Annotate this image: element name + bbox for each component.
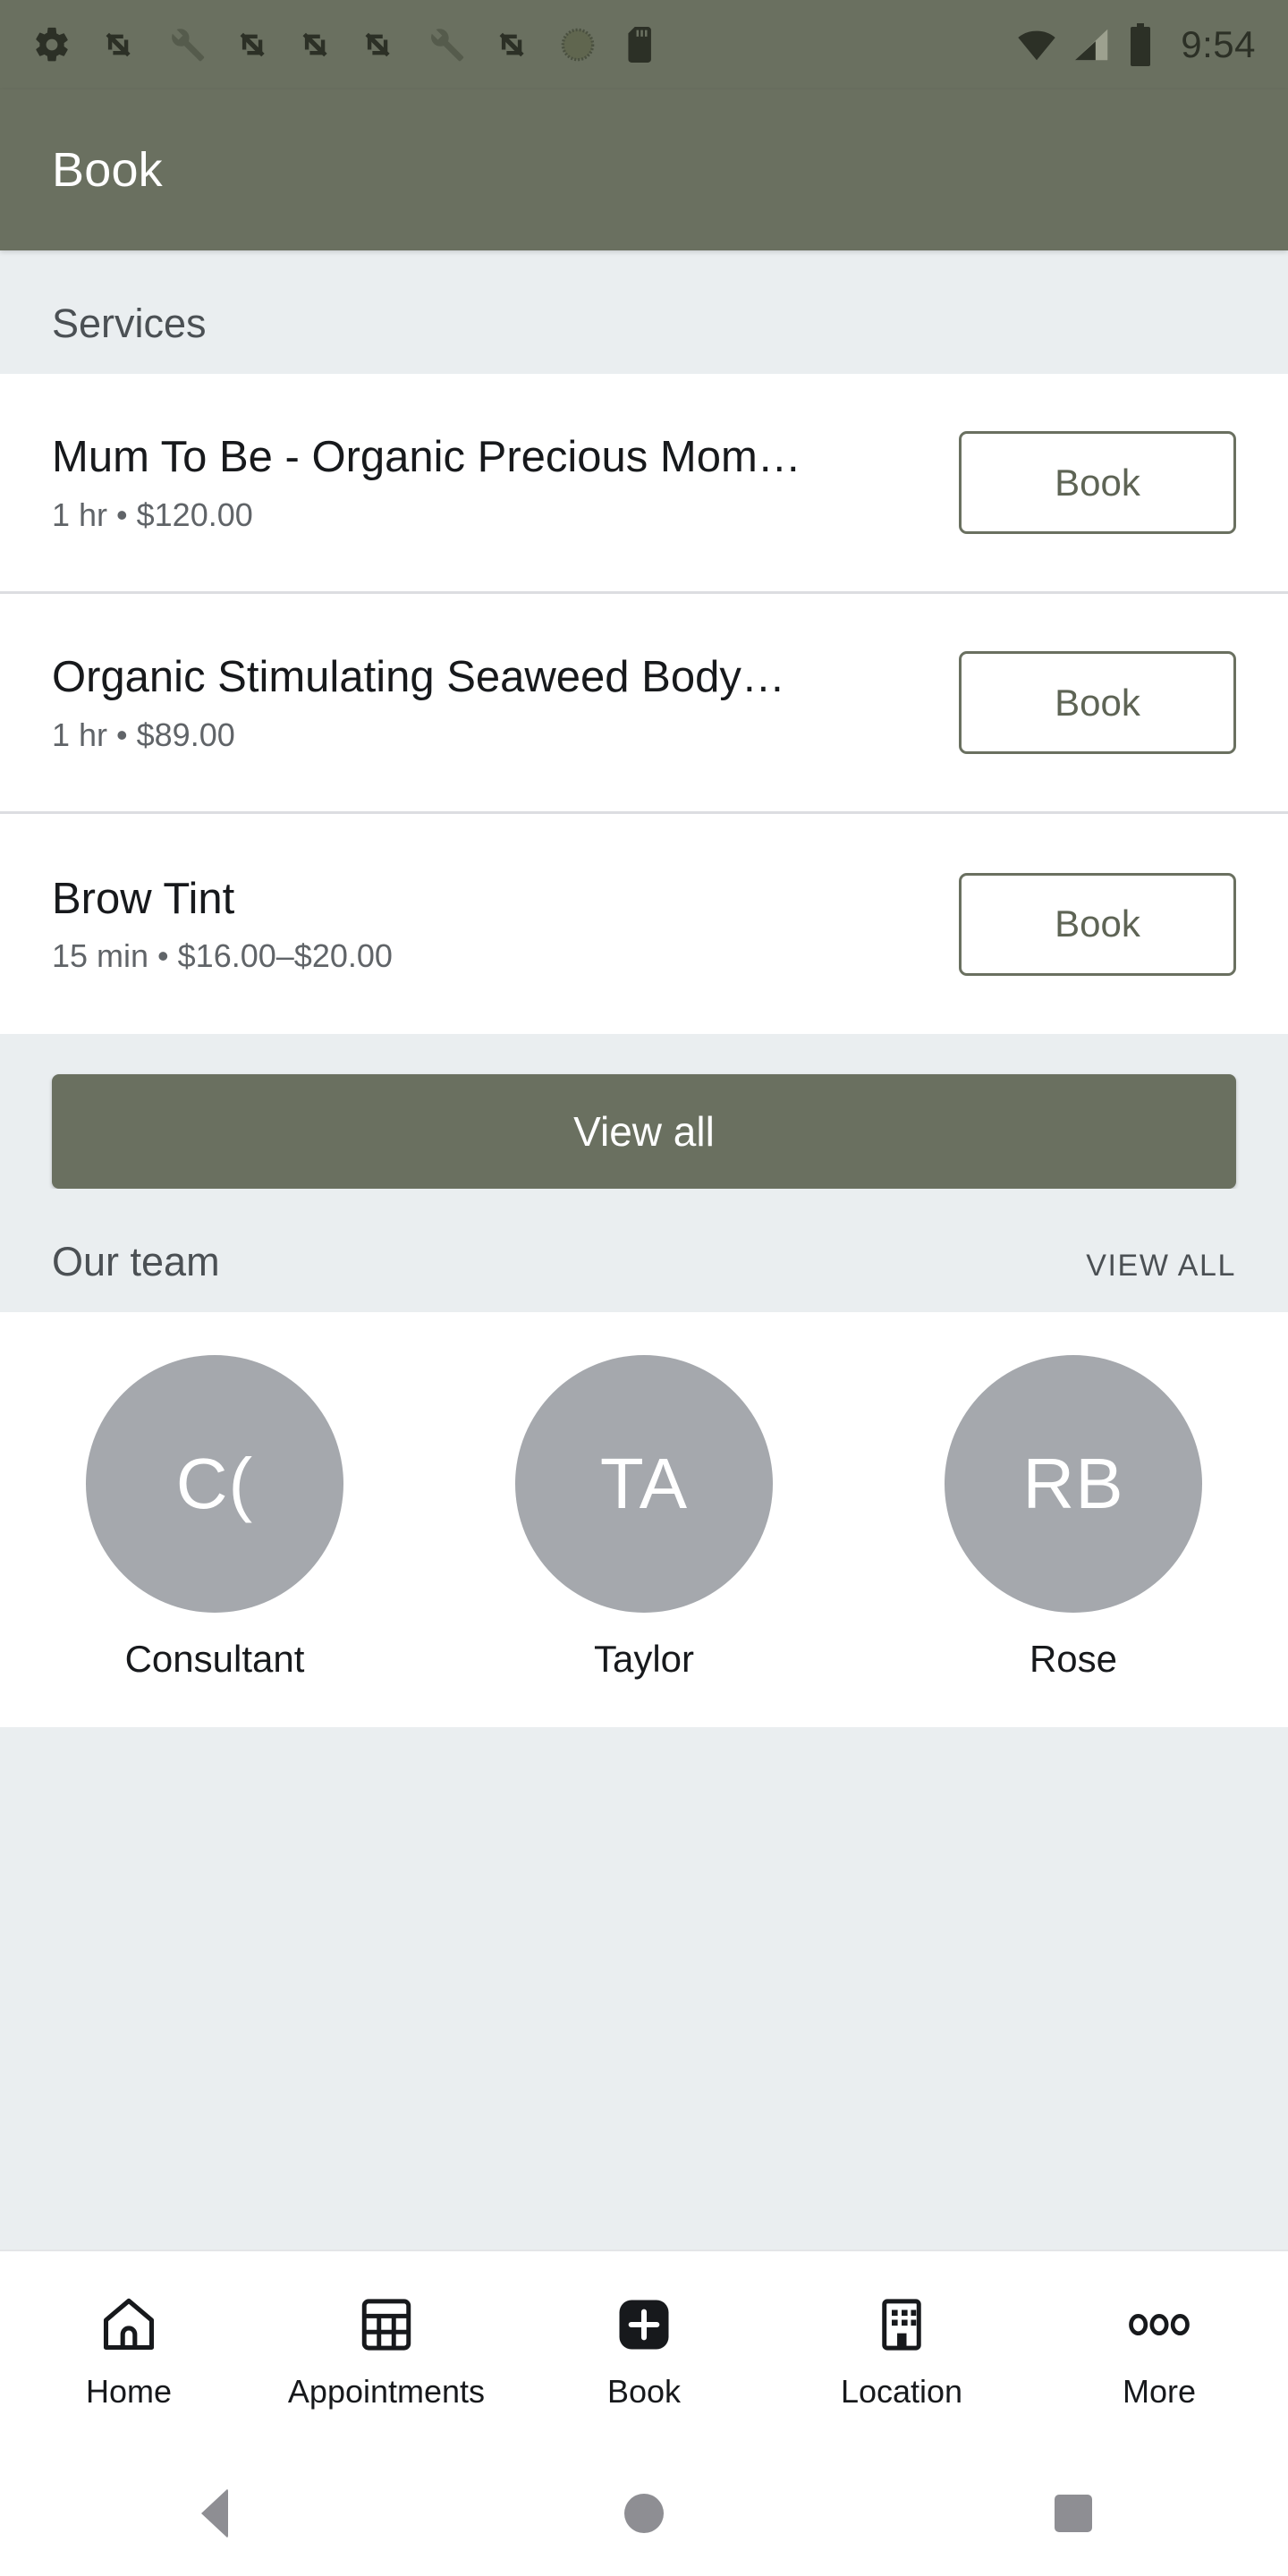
scroll-content: Services Mum To Be - Organic Precious Mo… bbox=[0, 250, 1288, 2250]
view-all-services-wrap: View all bbox=[0, 1034, 1288, 1189]
sync-arrows-icon bbox=[302, 32, 327, 57]
service-row[interactable]: Brow Tint 15 min • $16.00–$20.00 Book bbox=[0, 814, 1288, 1034]
sync-arrows-icon bbox=[499, 32, 524, 57]
sync-arrows-icon bbox=[106, 32, 131, 57]
service-meta: 15 min • $16.00–$20.00 bbox=[52, 937, 393, 975]
service-row[interactable]: Mum To Be - Organic Precious Mom… 1 hr •… bbox=[0, 374, 1288, 594]
book-button[interactable]: Book bbox=[959, 431, 1236, 534]
team-section-header: Our team VIEW ALL bbox=[0, 1189, 1288, 1312]
service-info: Mum To Be - Organic Precious Mom… 1 hr •… bbox=[52, 431, 959, 534]
sd-card-icon bbox=[628, 27, 651, 63]
nav-item-location[interactable]: Location bbox=[773, 2292, 1030, 2411]
building-icon bbox=[872, 2292, 931, 2357]
services-title: Services bbox=[52, 301, 207, 346]
nav-label-book: Book bbox=[606, 2372, 682, 2410]
book-button[interactable]: Book bbox=[959, 872, 1236, 976]
status-bar: 9:54 bbox=[0, 0, 1288, 89]
cellular-signal-icon bbox=[1075, 29, 1108, 61]
service-info: Brow Tint 15 min • $16.00–$20.00 bbox=[52, 873, 959, 976]
app-bar: Book bbox=[0, 89, 1288, 250]
circle-dotted-icon bbox=[561, 28, 595, 62]
wifi-icon bbox=[1018, 30, 1055, 61]
sync-arrows-icon bbox=[240, 32, 265, 57]
status-bar-clock: 9:54 bbox=[1181, 23, 1256, 65]
page-title: Book bbox=[52, 143, 163, 197]
bottom-navigation: Home Appointments Book Location More bbox=[0, 2250, 1288, 2451]
wrench-icon bbox=[172, 29, 205, 62]
service-name: Organic Stimulating Seaweed Body… bbox=[52, 653, 785, 702]
back-triangle-icon[interactable] bbox=[161, 2488, 268, 2538]
three-dots-icon bbox=[1128, 2292, 1191, 2357]
nav-item-more[interactable]: More bbox=[1030, 2292, 1288, 2411]
team-member-name: Taylor bbox=[593, 1638, 695, 1680]
service-name: Mum To Be - Organic Precious Mom… bbox=[52, 433, 801, 482]
nav-label-location: Location bbox=[840, 2372, 963, 2410]
nav-item-home[interactable]: Home bbox=[0, 2292, 258, 2411]
recents-square-icon[interactable] bbox=[1020, 2495, 1127, 2532]
services-section-header: Services bbox=[0, 250, 1288, 374]
book-button[interactable]: Book bbox=[959, 651, 1236, 754]
calendar-grid-icon bbox=[357, 2292, 416, 2357]
gear-icon bbox=[36, 27, 68, 62]
service-meta: 1 hr • $89.00 bbox=[52, 716, 235, 753]
team-title: Our team bbox=[52, 1239, 220, 1284]
team-view-all-link[interactable]: VIEW ALL bbox=[1086, 1249, 1236, 1284]
view-all-services-button[interactable]: View all bbox=[52, 1074, 1236, 1189]
status-bar-right-icons: 9:54 bbox=[1016, 23, 1256, 66]
avatar: RB bbox=[945, 1355, 1202, 1613]
team-member[interactable]: RB Rose bbox=[859, 1355, 1288, 1681]
nav-label-more: More bbox=[1122, 2372, 1197, 2410]
empty-space bbox=[0, 1727, 1288, 2250]
service-row[interactable]: Organic Stimulating Seaweed Body… 1 hr •… bbox=[0, 594, 1288, 814]
nav-label-home: Home bbox=[85, 2372, 173, 2410]
avatar: C( bbox=[86, 1355, 343, 1613]
services-list: Mum To Be - Organic Precious Mom… 1 hr •… bbox=[0, 374, 1288, 1034]
team-member-name: Consultant bbox=[124, 1638, 305, 1680]
sync-arrows-icon bbox=[365, 32, 390, 57]
team-member-name: Rose bbox=[1029, 1638, 1118, 1680]
home-icon bbox=[98, 2292, 159, 2357]
android-system-nav bbox=[0, 2451, 1288, 2576]
avatar: TA bbox=[515, 1355, 773, 1613]
service-info: Organic Stimulating Seaweed Body… 1 hr •… bbox=[52, 651, 959, 754]
nav-item-book[interactable]: Book bbox=[515, 2292, 773, 2411]
team-list: C( Consultant TA Taylor RB Rose bbox=[0, 1312, 1288, 1727]
team-member[interactable]: C( Consultant bbox=[0, 1355, 429, 1681]
service-name: Brow Tint bbox=[52, 874, 235, 923]
service-meta: 1 hr • $120.00 bbox=[52, 496, 253, 533]
status-bar-left-icons bbox=[32, 25, 1016, 64]
phone-screen: 9:54 Book Services Mum To Be - Organic P… bbox=[0, 0, 1288, 2576]
home-circle-icon[interactable] bbox=[590, 2494, 698, 2533]
nav-label-appointments: Appointments bbox=[287, 2372, 486, 2410]
team-member[interactable]: TA Taylor bbox=[429, 1355, 859, 1681]
plus-square-icon bbox=[614, 2292, 674, 2357]
battery-icon bbox=[1131, 23, 1151, 66]
nav-item-appointments[interactable]: Appointments bbox=[258, 2292, 515, 2411]
wrench-icon bbox=[431, 29, 464, 62]
